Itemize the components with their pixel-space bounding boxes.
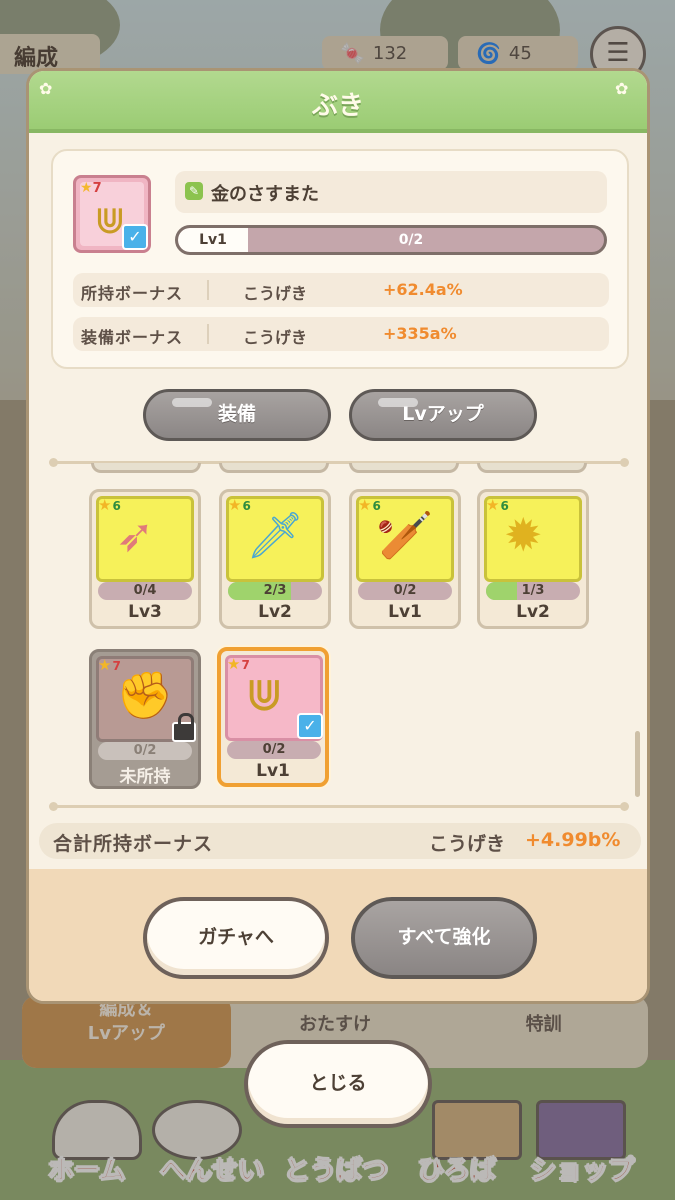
total-bonus-stat: こうげき: [429, 833, 506, 855]
equipped-check-icon: ✓: [122, 224, 148, 250]
weapon-card-golden-sasumata[interactable]: ★7 ⋓ ✓ 0/2 Lv1: [217, 647, 329, 787]
selected-weapon-thumbnail: ★7 ⋓ ✓: [73, 175, 151, 253]
golden-sasumata-icon: ⋓: [245, 667, 284, 721]
weapon-card-arrow[interactable]: ★6 ➶ 0/4 Lv3: [89, 489, 201, 629]
spiked-club-icon: 🏏: [376, 508, 434, 562]
rarity-number: 7: [92, 181, 102, 196]
weapon-progress: 0/2: [358, 582, 452, 600]
bonus-value: +335a%: [383, 324, 457, 343]
weapon-card-partial[interactable]: [477, 463, 587, 473]
grid-scrollbar[interactable]: [635, 731, 640, 797]
weapon-level: 未所持: [119, 767, 171, 787]
levelup-button[interactable]: Lvアップ: [349, 389, 537, 441]
dialog-footer: ガチャへ すべて強化: [29, 869, 647, 1001]
bonus-label: 装備ボーナス: [81, 328, 184, 347]
knuckles-weapon-icon: ✊: [116, 668, 174, 722]
weapon-progress-text: 1/3: [521, 583, 545, 598]
weapon-level: Lv2: [258, 602, 292, 622]
weapon-progress: 2/3: [228, 582, 322, 600]
weapon-progress: 0/4: [98, 582, 192, 600]
weapon-progress-text: 2/3: [263, 583, 287, 598]
weapon-level: Lv1: [388, 602, 422, 622]
gacha-button[interactable]: ガチャへ: [143, 897, 329, 979]
weapon-progress-text: 0/2: [133, 743, 157, 758]
sword-weapon-icon: 🗡: [246, 508, 305, 562]
morning-star-icon: ✹: [504, 508, 543, 562]
weapon-level: Lv2: [516, 602, 550, 622]
weapon-progress-text: 0/2: [262, 742, 286, 757]
arrow-weapon-icon: ➶: [116, 508, 155, 562]
weapon-level: Lv3: [128, 602, 162, 622]
total-bonus-label: 合計所持ボーナス: [53, 833, 214, 855]
bonus-separator: [207, 280, 209, 300]
weapon-grid[interactable]: ★6 ➶ 0/4 Lv3 ★6 🗡 2/3 Lv2 ★6 🏏 0/2 Lv1 ★…: [83, 463, 623, 801]
weapon-card-partial[interactable]: [91, 463, 201, 473]
rarity-star-icon: ★7: [80, 180, 102, 196]
weapon-name: 金のさすまた: [211, 184, 319, 205]
grid-bottom-divider: [49, 802, 629, 811]
upgrade-all-button[interactable]: すべて強化: [351, 897, 537, 979]
bonus-label: 所持ボーナス: [81, 284, 184, 303]
weapon-card-knuckles-locked[interactable]: ★7 ✊ 0/2 未所持: [89, 649, 201, 789]
weapon-level: Lv1: [256, 761, 290, 781]
weapon-card-sword[interactable]: ★6 🗡 2/3 Lv2: [219, 489, 331, 629]
weapon-progress-text: 0/2: [393, 583, 417, 598]
weapon-dialog: ✿ ✿ ぶき ★7 ⋓ ✓ ✎ 金のさすまた 0/2 Lv1 所持ボーナス こう…: [26, 68, 650, 1004]
divider-dot: [49, 458, 58, 467]
owned-bonus-row: 所持ボーナス こうげき +62.4a%: [73, 273, 609, 307]
dialog-header: ✿ ✿ ぶき: [29, 71, 647, 133]
close-button[interactable]: とじる: [244, 1040, 432, 1128]
leaf-icon: ✎: [185, 182, 203, 200]
weapon-card-partial[interactable]: [349, 463, 459, 473]
bonus-stat: こうげき: [243, 284, 308, 303]
weapon-progress-fill: [486, 582, 518, 600]
divider-dot: [620, 802, 629, 811]
weapon-name-bar: ✎ 金のさすまた: [175, 171, 607, 213]
bonus-stat: こうげき: [243, 328, 308, 347]
selected-weapon-card: ★7 ⋓ ✓ ✎ 金のさすまた 0/2 Lv1 所持ボーナス こうげき +62.…: [51, 149, 629, 369]
level-label: Lv1: [178, 228, 248, 252]
weapon-card-partial[interactable]: [219, 463, 329, 473]
button-shine: [378, 398, 418, 407]
equip-button-label: 装備: [217, 403, 256, 425]
weapon-card-club[interactable]: ★6 🏏 0/2 Lv1: [349, 489, 461, 629]
weapon-progress: 0/2: [98, 742, 192, 760]
equip-bonus-row: 装備ボーナス こうげき +335a%: [73, 317, 609, 351]
total-owned-bonus: 合計所持ボーナス こうげき +4.99b%: [39, 823, 641, 859]
dialog-title: ぶき: [311, 91, 364, 121]
weapon-progress: 0/2: [227, 741, 321, 759]
lock-icon: [172, 713, 196, 742]
weapon-progress-text: 0/4: [133, 583, 157, 598]
equip-button[interactable]: 装備: [143, 389, 331, 441]
level-progress-bar: 0/2 Lv1: [175, 225, 607, 255]
weapon-progress: 1/3: [486, 582, 580, 600]
bonus-separator: [207, 324, 209, 344]
button-shine: [172, 398, 212, 407]
bonus-value: +62.4a%: [383, 280, 463, 299]
divider-dot: [49, 802, 58, 811]
total-bonus-value: +4.99b%: [525, 829, 621, 851]
weapon-card-mace[interactable]: ★6 ✹ 1/3 Lv2: [477, 489, 589, 629]
equipped-check-icon: ✓: [297, 713, 323, 739]
